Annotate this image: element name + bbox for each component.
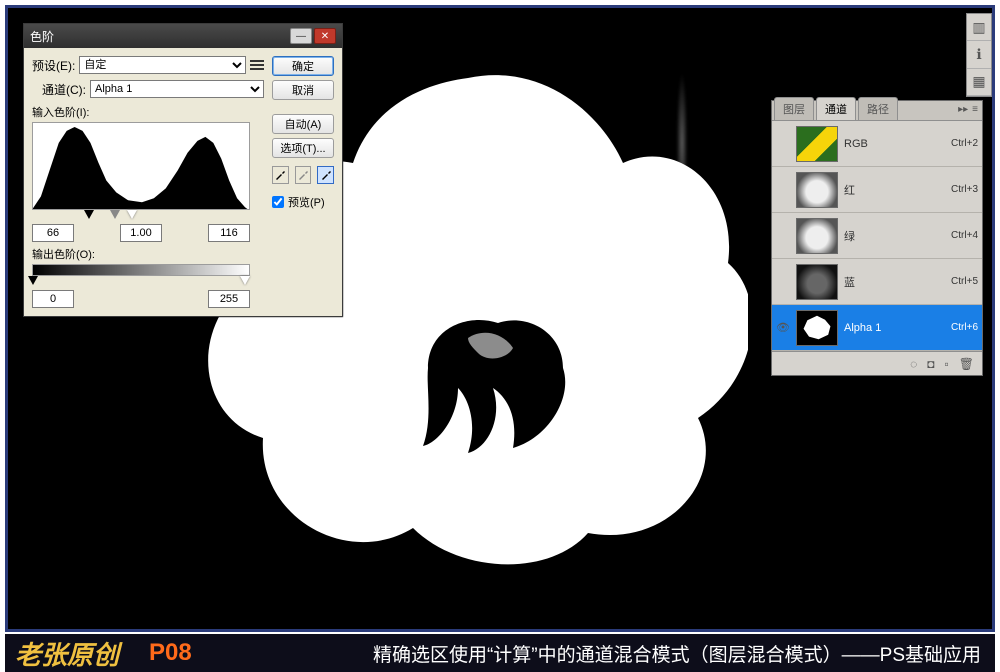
shadow-slider[interactable] — [84, 210, 94, 219]
channel-name: 红 — [844, 182, 945, 198]
channel-thumb — [796, 126, 838, 162]
load-selection-icon[interactable]: ◌ — [910, 357, 917, 371]
channel-name: Alpha 1 — [844, 322, 945, 334]
levels-dialog: 色阶 — ✕ 预设(E): 自定 通道(C): Alpha 1 输入色阶(I): — [23, 23, 343, 317]
save-selection-icon[interactable]: ◘ — [927, 357, 934, 371]
channel-shortcut: Ctrl+4 — [951, 230, 978, 241]
output-black-slider[interactable] — [28, 276, 38, 285]
input-levels-label: 输入色阶(I): — [32, 104, 264, 120]
channel-row[interactable]: 👁 Alpha 1 Ctrl+6 — [772, 305, 982, 351]
panel-collapse-icon[interactable]: ▸▸ — [958, 104, 968, 115]
channel-row[interactable]: 绿 Ctrl+4 — [772, 213, 982, 259]
panel-menu-icon[interactable]: ≡ — [972, 104, 978, 115]
input-white-field[interactable] — [208, 224, 250, 242]
channel-name: 蓝 — [844, 274, 945, 290]
channel-thumb — [796, 310, 838, 346]
gray-eyedropper-icon[interactable] — [295, 166, 312, 184]
new-channel-icon[interactable]: ▫ — [945, 357, 949, 371]
tab-layers[interactable]: 图层 — [774, 97, 814, 120]
white-eyedropper-icon[interactable] — [317, 166, 334, 184]
info-icon[interactable]: ℹ — [967, 41, 991, 68]
options-button[interactable]: 选项(T)... — [272, 138, 334, 158]
cancel-button[interactable]: 取消 — [272, 80, 334, 100]
channel-name: RGB — [844, 138, 945, 150]
channel-row[interactable]: RGB Ctrl+2 — [772, 121, 982, 167]
delete-channel-icon[interactable]: 🗑 — [959, 357, 974, 371]
channel-row[interactable]: 蓝 Ctrl+5 — [772, 259, 982, 305]
channel-select[interactable]: Alpha 1 — [90, 80, 264, 98]
channel-shortcut: Ctrl+2 — [951, 138, 978, 149]
visibility-icon[interactable]: 👁 — [776, 321, 790, 334]
output-levels-label: 输出色阶(O): — [32, 246, 264, 262]
channel-name: 绿 — [844, 228, 945, 244]
channel-thumb — [796, 218, 838, 254]
output-gradient — [32, 264, 250, 276]
preset-menu-icon[interactable] — [250, 59, 264, 71]
preset-select[interactable]: 自定 — [79, 56, 246, 74]
midtone-slider[interactable] — [110, 210, 120, 219]
input-gamma-field[interactable] — [120, 224, 162, 242]
input-sliders[interactable] — [32, 210, 250, 222]
channel-shortcut: Ctrl+5 — [951, 276, 978, 287]
output-black-field[interactable] — [32, 290, 74, 308]
channel-thumb — [796, 264, 838, 300]
preview-checkbox[interactable]: 预览(P) — [272, 194, 334, 210]
dialog-titlebar[interactable]: 色阶 — ✕ — [24, 24, 342, 48]
swatches-icon[interactable]: ▦ — [967, 69, 991, 96]
channel-shortcut: Ctrl+6 — [951, 322, 978, 333]
channel-label: 通道(C): — [42, 81, 86, 98]
author-brand: 老张原创 — [15, 635, 119, 672]
auto-button[interactable]: 自动(A) — [272, 114, 334, 134]
channel-row[interactable]: 红 Ctrl+3 — [772, 167, 982, 213]
output-white-slider[interactable] — [240, 276, 250, 285]
caption-text: 精确选区使用“计算”中的通道混合模式（图层混合模式）——PS基础应用 — [373, 640, 981, 667]
channel-list: RGB Ctrl+2 红 Ctrl+3 绿 Ctrl+4 蓝 Ctrl+5 👁 Alpha 1 Ct… — [772, 121, 982, 351]
ok-button[interactable]: 确定 — [272, 56, 334, 76]
collapsed-toolbar[interactable]: ▥ ℹ ▦ — [966, 13, 992, 97]
tab-paths[interactable]: 路径 — [858, 97, 898, 120]
highlight-slider[interactable] — [127, 210, 137, 219]
tab-channels[interactable]: 通道 — [816, 97, 856, 120]
black-eyedropper-icon[interactable] — [272, 166, 289, 184]
channel-thumb — [796, 172, 838, 208]
close-button[interactable]: ✕ — [314, 28, 336, 44]
channels-panel: 图层 通道 路径 ▸▸ ≡ RGB Ctrl+2 红 Ctrl+3 绿 Ctrl+4 蓝 Ctr… — [771, 100, 983, 376]
panel-footer: ◌ ◘ ▫ 🗑 — [772, 351, 982, 375]
channel-shortcut: Ctrl+3 — [951, 184, 978, 195]
output-white-field[interactable] — [208, 290, 250, 308]
histogram-icon[interactable]: ▥ — [967, 14, 991, 41]
dialog-title: 色阶 — [30, 28, 54, 45]
minimize-button[interactable]: — — [290, 28, 312, 44]
app-frame: 色阶 — ✕ 预设(E): 自定 通道(C): Alpha 1 输入色阶(I): — [5, 5, 995, 632]
input-black-field[interactable] — [32, 224, 74, 242]
output-sliders[interactable] — [32, 276, 250, 288]
preview-checkbox-input[interactable] — [272, 196, 284, 208]
preset-label: 预设(E): — [32, 57, 75, 74]
caption-bar: 老张原创 P08 精确选区使用“计算”中的通道混合模式（图层混合模式）——PS基… — [5, 634, 995, 672]
panel-tabs: 图层 通道 路径 ▸▸≡ — [772, 101, 982, 121]
histogram — [32, 122, 250, 210]
page-number: P08 — [149, 639, 192, 667]
